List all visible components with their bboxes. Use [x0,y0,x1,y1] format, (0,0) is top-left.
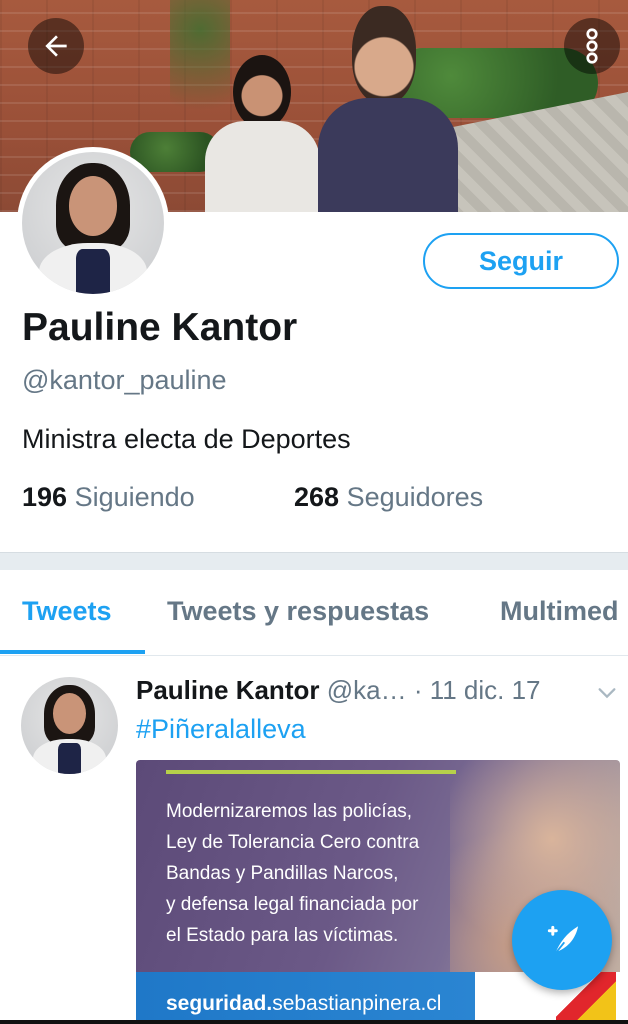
compose-feather-icon [547,925,579,955]
followers-label: Seguidores [346,482,484,512]
screen-bottom-edge [0,1020,628,1024]
avatar-image [22,152,164,294]
media-url: seguridad.sebastianpinera.cl [166,992,441,1016]
follow-button[interactable]: Seguir [423,233,619,289]
media-caption-line: y defensa legal financiada por [166,894,419,915]
tweet-author-handle: @ka… [326,675,407,705]
profile-handle: @kantor_pauline [22,365,227,395]
followers-stat[interactable]: 268 Seguidores [294,482,483,513]
banner-person-woman [205,55,320,212]
tab-tweets-replies[interactable]: Tweets y respuestas [167,596,429,627]
arrow-left-icon [45,35,67,57]
active-tab-indicator [0,650,145,654]
followers-count: 268 [294,482,340,512]
tweet-avatar[interactable] [21,677,118,774]
media-caption-line: Modernizaremos las policías, [166,801,413,822]
media-caption: Modernizaremos las policías, Ley de Tole… [166,796,496,951]
more-vertical-icon [586,28,598,64]
profile-avatar[interactable] [17,147,169,299]
tweet-hashtag[interactable]: #Piñeralalleva [136,714,306,745]
chevron-down-icon [598,688,616,699]
profile-bio: Ministra electa de Deportes [22,424,351,454]
tab-media[interactable]: Multimed [500,596,619,627]
media-accent-bar [166,770,456,774]
tweet-author-name[interactable]: Pauline Kantor [136,675,319,705]
more-options-button[interactable] [564,18,620,74]
following-stat[interactable]: 196 Siguiendo [22,482,195,513]
profile-tabs: Tweets Tweets y respuestas Multimed [0,570,628,656]
media-caption-line: Ley de Tolerancia Cero contra [166,832,420,853]
section-separator [0,552,628,570]
media-caption-line: el Estado para las víctimas. [166,925,399,946]
media-url-rest: sebastianpinera.cl [272,992,442,1015]
tweet-date: · 11 dic. 17 [413,675,541,705]
banner-person-man [318,6,458,212]
profile-name: Pauline Kantor [22,306,298,349]
tweet-menu-button[interactable] [596,682,618,709]
following-label: Siguiendo [74,482,195,512]
back-button[interactable] [28,18,84,74]
compose-tweet-button[interactable] [512,890,612,990]
media-url-bold: seguridad. [166,992,273,1015]
tweet-header: Pauline Kantor @ka… · 11 dic. 17 [136,675,616,706]
media-caption-line: Bandas y Pandillas Narcos, [166,863,399,884]
tab-tweets[interactable]: Tweets [22,596,112,627]
profile-stats: 196 Siguiendo 268 Seguidores [22,482,483,513]
following-count: 196 [22,482,68,512]
